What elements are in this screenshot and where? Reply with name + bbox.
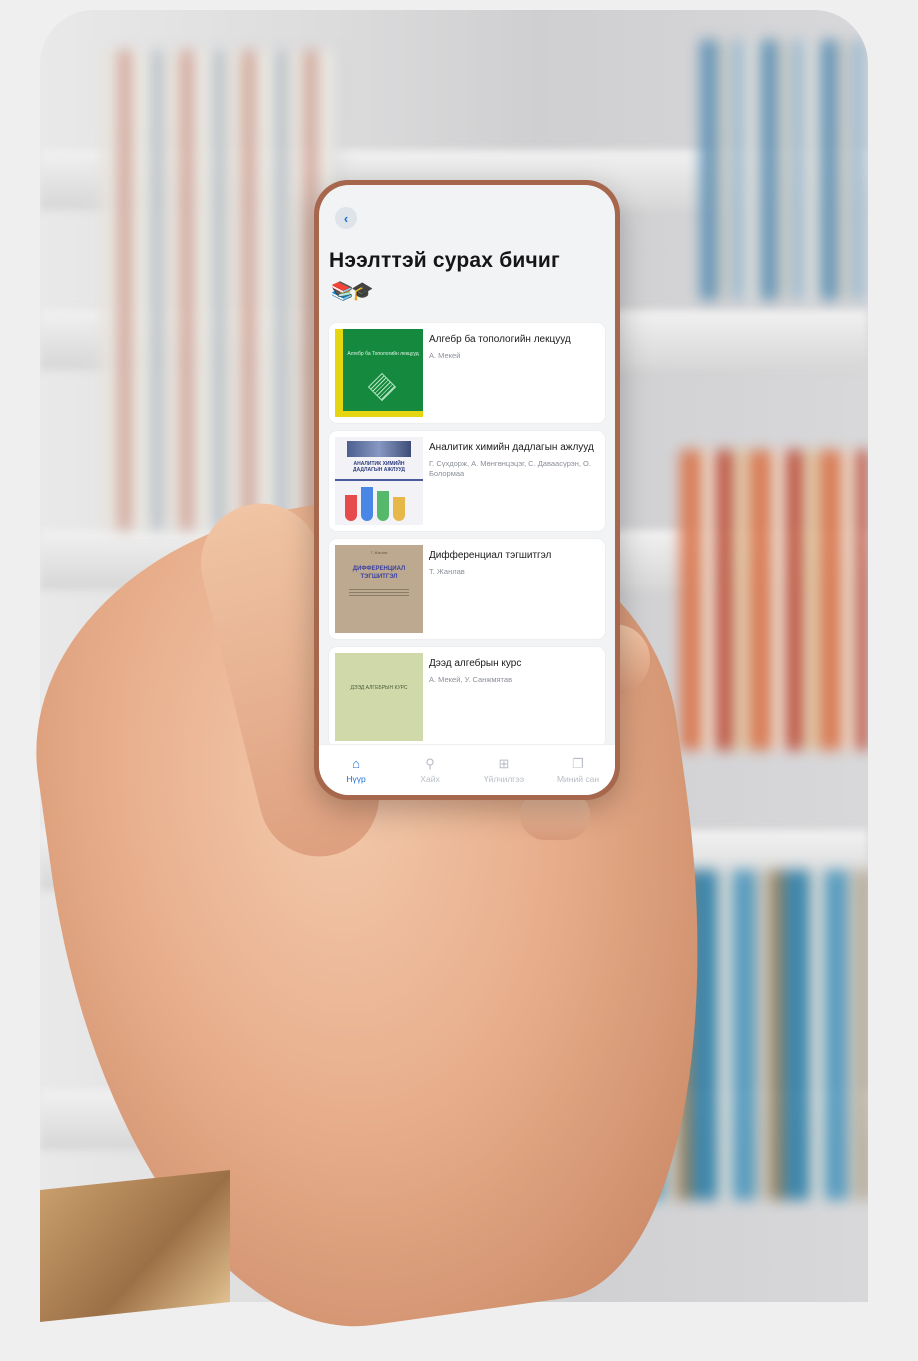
- search-icon: ⚲: [425, 756, 435, 771]
- sleeve: [40, 1170, 230, 1322]
- back-button[interactable]: ‹: [335, 207, 357, 229]
- book-card[interactable]: АНАЛИТИК ХИМИЙН ДАДЛАГЫН АЖЛУУД Аналитик…: [329, 431, 605, 531]
- title-emoji: 📚🎓: [331, 281, 374, 301]
- book-author: А. Мекей: [429, 351, 461, 360]
- grid-icon: ⊞: [498, 756, 510, 771]
- book-title: Дээд алгебрын курс: [429, 658, 522, 669]
- book-cover: АНАЛИТИК ХИМИЙН ДАДЛАГЫН АЖЛУУД: [335, 437, 423, 525]
- book-card[interactable]: ДЭЭД АЛГЕБРЫН КУРС Дээд алгебрын курс А.…: [329, 647, 605, 747]
- home-icon: ⌂: [352, 756, 360, 771]
- tab-services[interactable]: ⊞ Үйлчилгээ: [467, 745, 541, 795]
- page-title: Нээлттэй сурах бичиг: [329, 249, 560, 272]
- book-card[interactable]: Т. Жанлав ДИФФЕРЕНЦИАЛ ТЭГШИТГЭЛ Диффере…: [329, 539, 605, 639]
- phone-screen: ‹ Нээлттэй сурах бичиг 📚🎓 Алгебр ба Топо…: [319, 185, 615, 795]
- book-list: Алгебр ба Топологийн лекцууд Алгебр ба т…: [329, 323, 605, 755]
- tab-home[interactable]: ⌂ Нүүр: [319, 745, 393, 795]
- book-title: Аналитик химийн дадлагын ажлууд: [429, 442, 594, 453]
- tab-my-library[interactable]: ❐ Миний сан: [541, 745, 615, 795]
- phone: ‹ Нээлттэй сурах бичиг 📚🎓 Алгебр ба Топо…: [314, 180, 620, 800]
- blurred-books: [700, 40, 868, 300]
- blurred-books: [100, 50, 340, 530]
- tab-search[interactable]: ⚲ Хайх: [393, 745, 467, 795]
- chevron-left-icon: ‹: [343, 210, 349, 226]
- bottom-tab-bar: ⌂ Нүүр ⚲ Хайх ⊞ Үйлчилгээ ❐ Миний сан: [319, 744, 615, 795]
- book-cover: Т. Жанлав ДИФФЕРЕНЦИАЛ ТЭГШИТГЭЛ: [335, 545, 423, 633]
- book-cover: Алгебр ба Топологийн лекцууд: [335, 329, 423, 417]
- book-author: Г. Сүхдорж, А. Мөнгөнцэцэг, С. Даваасүрэ…: [429, 459, 591, 478]
- book-title: Алгебр ба топологийн лекцууд: [429, 334, 571, 345]
- book-author: А. Мекей, У. Санжмятав: [429, 675, 513, 684]
- book-card[interactable]: Алгебр ба Топологийн лекцууд Алгебр ба т…: [329, 323, 605, 423]
- book-icon: ❐: [572, 756, 584, 771]
- book-cover: ДЭЭД АЛГЕБРЫН КУРС: [335, 653, 423, 741]
- book-title: Дифференциал тэгшитгэл: [429, 550, 552, 561]
- blurred-books: [680, 450, 868, 750]
- book-author: Т. Жанлав: [429, 567, 465, 576]
